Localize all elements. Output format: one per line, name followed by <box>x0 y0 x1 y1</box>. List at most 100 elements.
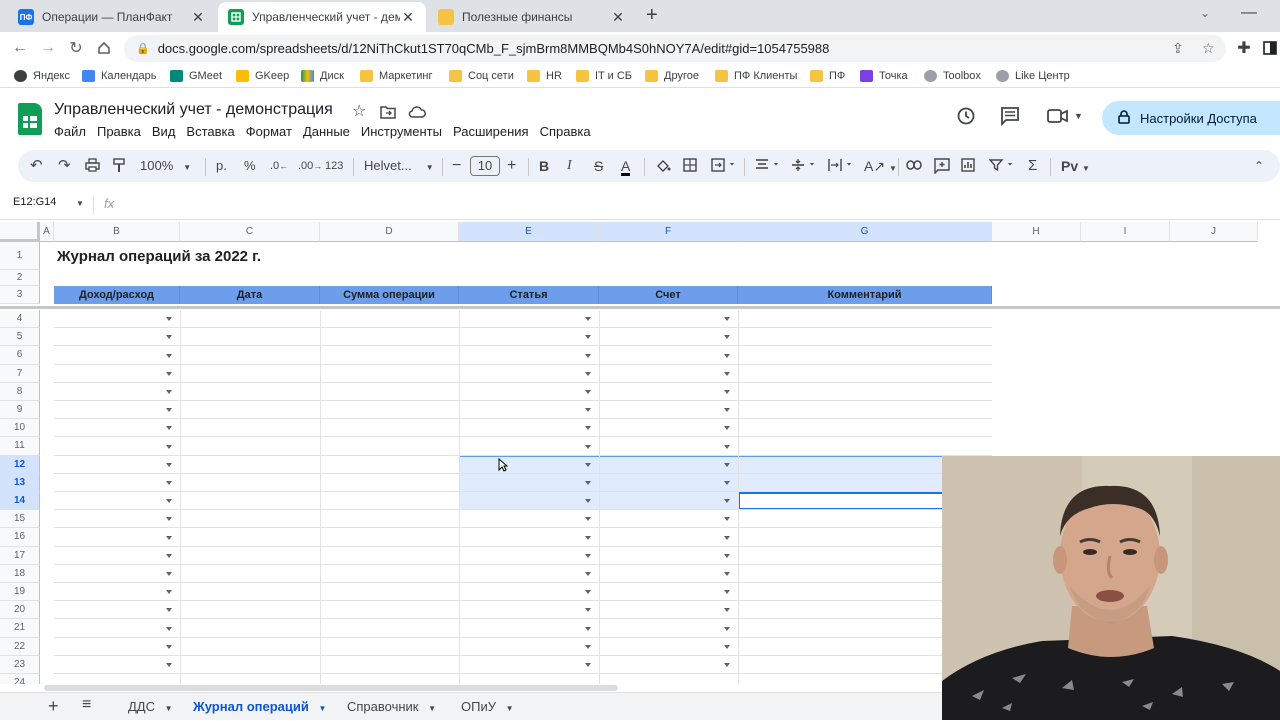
dropdown-chevron-icon[interactable] <box>585 335 591 340</box>
row-header-5[interactable]: 5 <box>0 328 40 347</box>
number-format-button[interactable]: 123 <box>325 158 343 174</box>
insert-chart-icon[interactable] <box>961 158 975 174</box>
font-family-select[interactable]: Helvet... ▼ <box>364 158 434 174</box>
column-header-f[interactable]: F <box>599 222 738 242</box>
dropdown-chevron-icon[interactable] <box>585 662 591 667</box>
decrease-decimal-button[interactable]: .0← <box>270 158 288 174</box>
dropdown-chevron-icon[interactable] <box>724 335 730 340</box>
dropdown-chevron-icon[interactable] <box>724 662 730 667</box>
italic-button[interactable]: I <box>567 158 572 174</box>
dropdown-chevron-icon[interactable] <box>724 499 730 504</box>
row-header-20[interactable]: 20 <box>0 601 40 620</box>
share-button[interactable]: Настройки Доступа <box>1102 101 1280 135</box>
dropdown-chevron-icon[interactable] <box>585 408 591 413</box>
table-header-cell[interactable]: Сумма операции <box>320 286 459 304</box>
row-header-23[interactable]: 23 <box>0 655 40 674</box>
table-header-cell[interactable]: Счет <box>599 286 738 304</box>
bookmark-folder-pf[interactable]: ПФ <box>810 68 845 84</box>
add-sheet-button[interactable]: + <box>48 696 59 717</box>
strikethrough-button[interactable]: S <box>594 158 603 174</box>
menu-edit[interactable]: Правка <box>97 124 141 140</box>
row-header-3[interactable]: 3 <box>0 286 40 304</box>
dropdown-chevron-icon[interactable] <box>724 608 730 613</box>
dropdown-chevron-icon[interactable] <box>166 353 172 358</box>
extensions-puzzle-icon[interactable]: ✚ <box>1232 36 1256 60</box>
row-header-12[interactable]: 12 <box>0 455 40 474</box>
select-all-corner[interactable] <box>0 222 40 242</box>
dropdown-chevron-icon[interactable] <box>166 462 172 467</box>
dropdown-chevron-icon[interactable] <box>166 389 172 394</box>
browser-tab-useful-finance[interactable]: Полезные финансы ✕ <box>428 2 636 32</box>
column-header-b[interactable]: B <box>54 222 180 242</box>
dropdown-chevron-icon[interactable] <box>585 317 591 322</box>
chevron-down-icon[interactable]: ▼ <box>1074 111 1083 121</box>
dropdown-chevron-icon[interactable] <box>724 317 730 322</box>
dropdown-chevron-icon[interactable] <box>166 553 172 558</box>
bookmark-folder-social[interactable]: Соц сети <box>449 68 514 84</box>
dropdown-chevron-icon[interactable] <box>585 644 591 649</box>
functions-sigma-icon[interactable]: Σ <box>1028 158 1037 174</box>
dropdown-chevron-icon[interactable] <box>166 444 172 449</box>
collapse-toolbar-chevron-icon[interactable]: ⌃ <box>1254 158 1264 174</box>
vertical-align-icon[interactable] <box>791 158 817 174</box>
font-size-input[interactable]: 10 <box>470 156 500 176</box>
tab-search-chevron-icon[interactable]: ⌄ <box>1200 6 1210 20</box>
filter-icon[interactable] <box>988 158 1015 174</box>
column-header-g[interactable]: G <box>738 222 992 242</box>
comments-icon[interactable] <box>1000 106 1020 131</box>
bookmark-folder-it[interactable]: IT и СБ <box>576 68 632 84</box>
dropdown-chevron-icon[interactable] <box>166 335 172 340</box>
dropdown-chevron-icon[interactable] <box>585 608 591 613</box>
row-header-18[interactable]: 18 <box>0 564 40 583</box>
dropdown-chevron-icon[interactable] <box>724 571 730 576</box>
close-tab-icon[interactable]: ✕ <box>610 9 626 26</box>
dropdown-chevron-icon[interactable] <box>585 353 591 358</box>
dropdown-chevron-icon[interactable] <box>724 389 730 394</box>
chevron-down-icon[interactable]: ▼ <box>76 199 84 208</box>
column-header-h[interactable]: H <box>992 222 1081 242</box>
dropdown-chevron-icon[interactable] <box>166 571 172 576</box>
dropdown-chevron-icon[interactable] <box>724 371 730 376</box>
dropdown-chevron-icon[interactable] <box>585 499 591 504</box>
reload-icon[interactable]: ↻ <box>64 36 88 60</box>
dropdown-chevron-icon[interactable] <box>724 553 730 558</box>
menu-tools[interactable]: Инструменты <box>361 124 442 140</box>
column-header-c[interactable]: C <box>180 222 320 242</box>
sheet-tab-reference[interactable]: Справочник ▼ <box>347 699 436 714</box>
dropdown-chevron-icon[interactable] <box>724 626 730 631</box>
row-header-6[interactable]: 6 <box>0 346 40 365</box>
row-header-7[interactable]: 7 <box>0 364 40 383</box>
row-header-2[interactable]: 2 <box>0 270 40 286</box>
column-header-j[interactable]: J <box>1170 222 1258 242</box>
table-header-cell[interactable]: Статья <box>459 286 599 304</box>
dropdown-chevron-icon[interactable] <box>166 426 172 431</box>
bookmark-toolbox[interactable]: Toolbox <box>924 68 981 84</box>
dropdown-chevron-icon[interactable] <box>585 389 591 394</box>
dropdown-chevron-icon[interactable] <box>166 517 172 522</box>
insert-comment-icon[interactable] <box>934 158 950 175</box>
dropdown-chevron-icon[interactable] <box>166 480 172 485</box>
dropdown-chevron-icon[interactable] <box>724 353 730 358</box>
new-tab-button[interactable]: + <box>646 4 658 27</box>
fill-color-icon[interactable] <box>655 158 671 174</box>
sheet-tab-pnl[interactable]: ОПиУ ▼ <box>461 699 514 714</box>
merge-cells-icon[interactable] <box>711 158 737 174</box>
table-header-cell[interactable]: Комментарий <box>738 286 992 304</box>
cloud-saved-icon[interactable] <box>408 103 426 124</box>
move-folder-icon[interactable] <box>380 103 396 124</box>
menu-view[interactable]: Вид <box>152 124 176 140</box>
side-panel-icon[interactable] <box>1258 36 1280 60</box>
name-box[interactable]: E12:G14 <box>13 196 56 208</box>
star-icon[interactable]: ☆ <box>352 101 366 121</box>
back-arrow-icon[interactable]: ← <box>8 36 32 60</box>
dropdown-chevron-icon[interactable] <box>166 499 172 504</box>
row-header-14[interactable]: 14 <box>0 492 40 511</box>
print-icon[interactable] <box>85 158 100 174</box>
sheets-logo-icon[interactable] <box>18 103 42 135</box>
document-title[interactable]: Управленческий учет - демонстрация <box>54 101 333 119</box>
forward-arrow-icon[interactable]: → <box>36 36 60 60</box>
horizontal-scrollbar[interactable] <box>44 685 618 691</box>
bookmark-drive[interactable]: Диск <box>301 68 344 84</box>
dropdown-chevron-icon[interactable] <box>166 608 172 613</box>
dropdown-chevron-icon[interactable] <box>585 553 591 558</box>
